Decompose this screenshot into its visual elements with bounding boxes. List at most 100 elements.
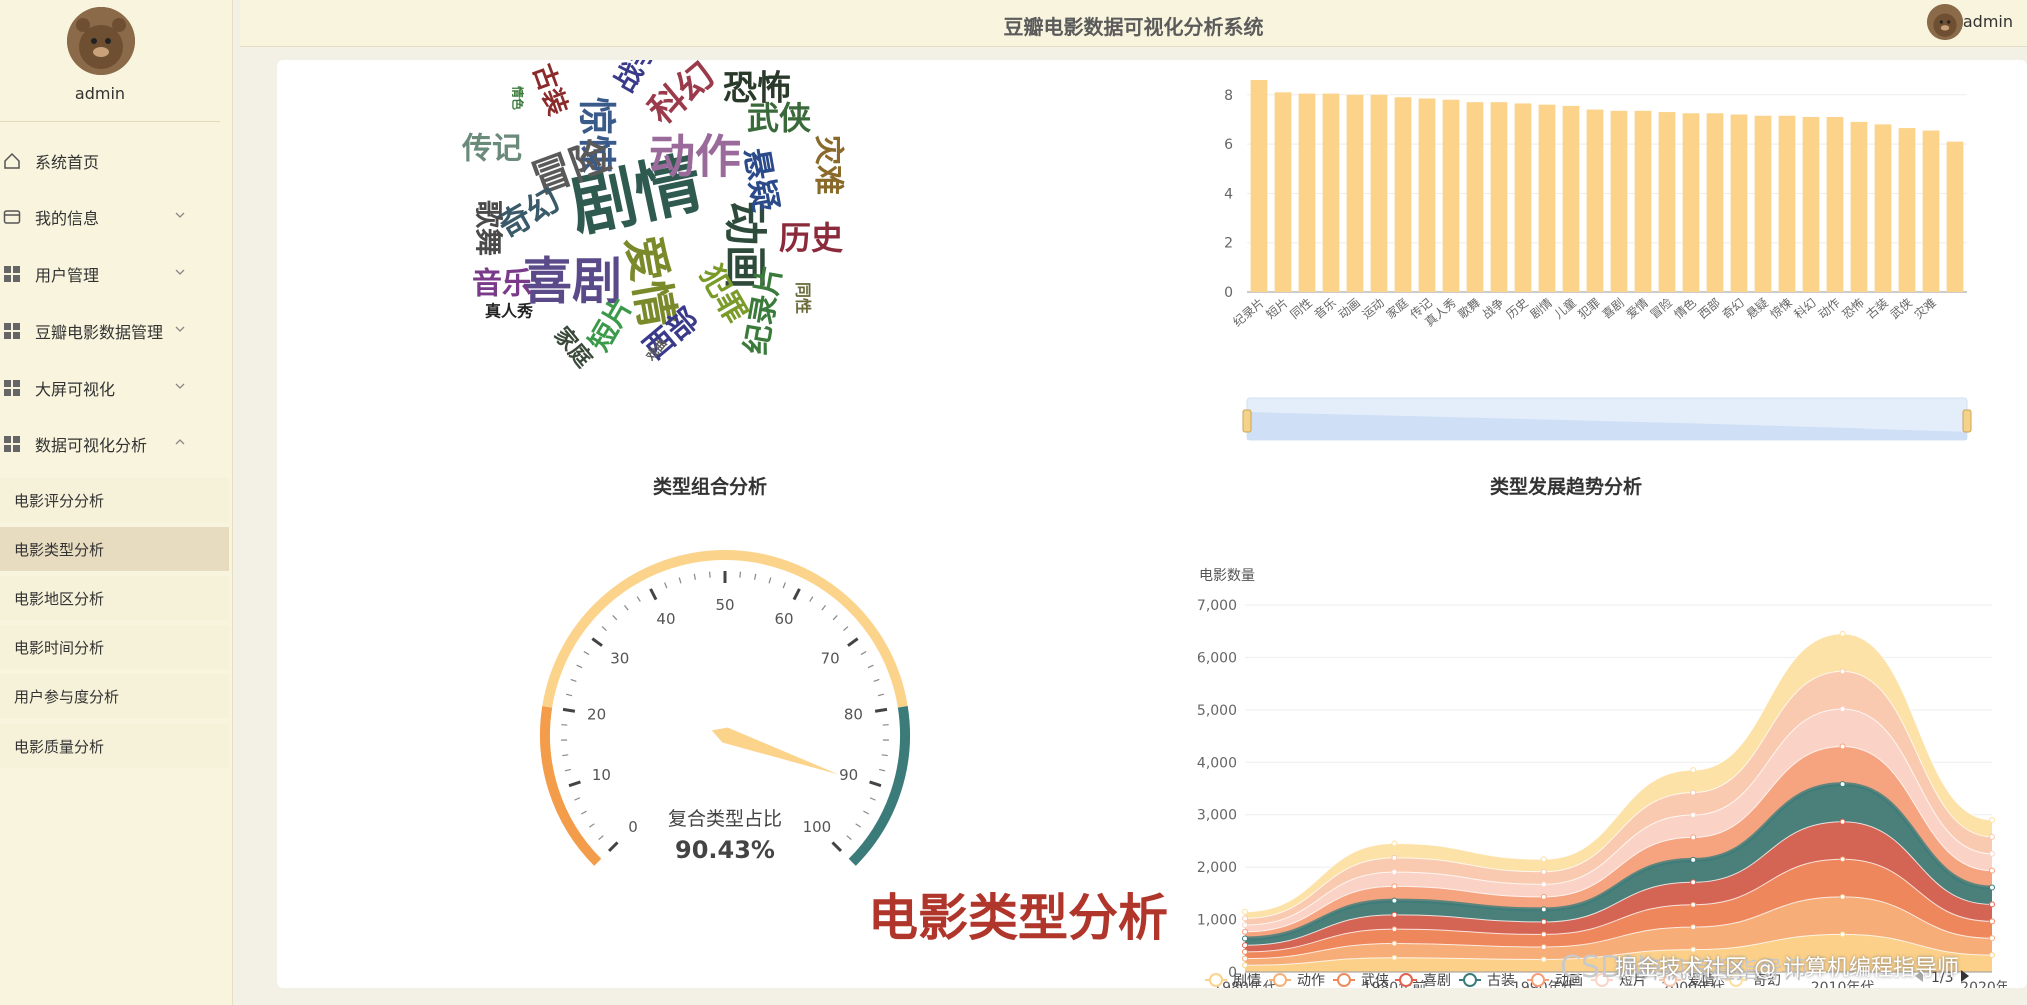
stream-point <box>1989 884 1995 891</box>
stream-point <box>1989 833 1995 840</box>
gauge-tick <box>607 841 619 853</box>
menu-item-user-manage[interactable]: 用户管理 <box>0 254 220 294</box>
x-tick-label: 西部 <box>1695 295 1723 322</box>
x-tick-label: 犯罪 <box>1576 296 1603 322</box>
gauge-tick <box>846 835 852 840</box>
user-avatar[interactable] <box>67 7 135 75</box>
stream-point <box>1839 668 1846 675</box>
gauge-tick <box>583 651 590 656</box>
x-tick-label: 运动 <box>1360 296 1387 322</box>
top-bar: 豆瓣电影数据可视化分析系统 admin <box>240 0 2027 47</box>
gauge-pointer <box>711 727 839 775</box>
x-tick-label: 歌舞 <box>1455 295 1483 322</box>
gauge-tick-label: 90 <box>839 766 858 784</box>
stream-point <box>1540 931 1547 938</box>
stream-point <box>1690 924 1697 931</box>
stream-point <box>1690 879 1697 886</box>
gauge-tick <box>831 841 843 853</box>
stream-point <box>1690 767 1697 774</box>
stream-point <box>1989 867 1995 874</box>
menu-item-label: 数据可视化分析 <box>35 436 148 455</box>
stream-point <box>1242 922 1248 929</box>
menu-item-home[interactable]: 系统首页 <box>0 141 220 181</box>
x-tick-label: 奇幻 <box>1720 296 1747 322</box>
word-cloud-word: 情色 <box>511 86 526 110</box>
gauge-tick <box>591 637 603 647</box>
submenu-label: 电影类型分析 <box>14 540 105 559</box>
stream-point <box>1690 856 1697 863</box>
bar <box>1826 116 1844 292</box>
sidebar-divider <box>0 121 220 122</box>
y-tick-label: 2,000 <box>1197 860 1237 876</box>
gauge-tick <box>843 626 849 631</box>
submenu-rating-analysis[interactable]: 电影评分分析 <box>0 478 229 522</box>
x-tick-label: 历史 <box>1504 296 1531 322</box>
header-username[interactable]: admin <box>1963 12 2013 31</box>
legend-swatch-marker <box>1273 973 1287 987</box>
submenu-genre-analysis[interactable]: 电影类型分析 <box>0 527 229 571</box>
x-tick-label: 战争 <box>1480 296 1507 322</box>
stream-point <box>1391 954 1398 961</box>
word-cloud-word: 科幻 <box>641 60 723 133</box>
menu-item-my-info[interactable]: 我的信息 <box>0 197 220 237</box>
word-cloud-word: 武侠 <box>747 99 812 137</box>
x-tick-label: 情色 <box>1672 296 1699 322</box>
chevron-down-icon <box>175 212 185 218</box>
stream-point <box>1540 881 1547 888</box>
genre-combination-gauge: 0 10 20 30 40 50 60 70 80 90 100 复合类型占比 90.43% <box>540 550 910 866</box>
sidebar-username: admin <box>74 84 126 103</box>
bar <box>1658 112 1676 292</box>
menu-item-label: 大屏可视化 <box>35 380 116 399</box>
gauge-tick <box>881 754 888 757</box>
gauge-tick <box>873 678 880 683</box>
submenu-label: 用户参与度分析 <box>14 687 120 706</box>
bar <box>1922 130 1940 292</box>
stream-point <box>1242 948 1248 955</box>
submenu-quality-analysis[interactable]: 电影质量分析 <box>0 724 229 768</box>
bar <box>1490 102 1508 292</box>
x-tick-label: 动作 <box>1816 296 1843 322</box>
stream-point <box>1391 940 1398 947</box>
gauge-tick-label: 100 <box>803 818 832 836</box>
stream-point <box>1839 630 1846 637</box>
word-cloud-word: 音乐 <box>472 267 532 302</box>
y-tick-label: 4,000 <box>1197 755 1237 771</box>
gauge-tick <box>768 577 772 584</box>
menu-item-data-visualization[interactable]: 数据可视化分析 <box>0 424 220 464</box>
x-tick-label: 科幻 <box>1792 296 1819 322</box>
submenu-time-analysis[interactable]: 电影时间分析 <box>0 625 229 669</box>
stream-point <box>1540 918 1547 925</box>
y-tick-label: 5,000 <box>1197 703 1237 719</box>
header-avatar[interactable] <box>1927 4 1963 40</box>
legend-label: 剧情 <box>1233 973 1261 988</box>
stream-point <box>1540 906 1547 913</box>
submenu-engagement-analysis[interactable]: 用户参与度分析 <box>0 674 229 718</box>
y-tick-label: 6,000 <box>1197 650 1237 666</box>
stream-point <box>1242 928 1248 935</box>
y-tick-label: 4 <box>1224 186 1233 202</box>
gauge-tick <box>782 582 786 589</box>
stream-point <box>1242 962 1248 969</box>
bar <box>1346 94 1364 292</box>
y-tick-label: 2 <box>1224 236 1233 252</box>
submenu-label: 电影时间分析 <box>14 638 105 657</box>
y-tick-label: 7,000 <box>1197 598 1237 614</box>
chevron-up-icon <box>175 439 185 445</box>
bar <box>1706 113 1724 292</box>
legend-label: 动作 <box>1297 973 1325 988</box>
gauge-tick <box>708 571 711 578</box>
x-tick-label: 灾难 <box>1911 295 1939 322</box>
submenu-region-analysis[interactable]: 电影地区分析 <box>0 576 229 620</box>
bar <box>1778 115 1796 292</box>
bar <box>1514 103 1532 292</box>
menu-item-movie-data-manage[interactable]: 豆瓣电影数据管理 <box>0 311 220 351</box>
gauge-tick <box>649 588 658 601</box>
menu-item-big-screen[interactable]: 大屏可视化 <box>0 368 220 408</box>
x-tick-label: 古装 <box>1863 295 1891 322</box>
gauge-tick <box>739 571 742 578</box>
stream-point <box>1391 840 1398 847</box>
stream-point <box>1989 816 1995 823</box>
gauge-tick <box>879 768 886 772</box>
legend-label: 喜剧 <box>1423 973 1451 988</box>
gauge-tick <box>576 664 583 669</box>
